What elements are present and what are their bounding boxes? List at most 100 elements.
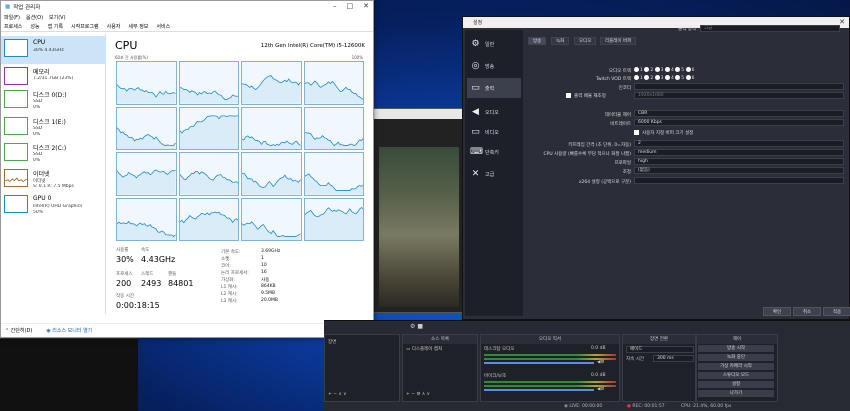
tab-users[interactable]: 사용자 [107, 23, 121, 30]
encoder-label: 인코더 [618, 86, 631, 91]
track-radio[interactable]: 4 [664, 75, 674, 81]
settings-gear-icon[interactable]: ⚙ [410, 323, 415, 330]
studio-mode-button[interactable]: 스튜디오 모드 [698, 372, 774, 379]
rescale-toggle[interactable]: 출력 배율 재조정 [566, 93, 606, 99]
cancel-button[interactable]: 취소 [793, 307, 821, 316]
remove-icon[interactable]: − [411, 392, 415, 397]
speaker-icon[interactable]: ◀⚙ [597, 360, 605, 365]
minimize-icon[interactable]: – [333, 2, 337, 10]
nav-item-general[interactable]: ⚙ 일반 [467, 34, 521, 54]
maximize-icon[interactable]: □ [347, 2, 354, 10]
output-mode-select[interactable]: 고급 [700, 25, 840, 32]
core-usage-graph [116, 152, 177, 196]
spec-value: 20.0MB [261, 298, 278, 303]
menu-view[interactable]: 보기(V) [49, 14, 66, 21]
track-radio[interactable]: 3 [654, 67, 664, 73]
exit-button[interactable]: 나가기 [698, 390, 774, 397]
custom-buffer-toggle[interactable]: 사용자 지정 버퍼 크기 설정 [634, 130, 693, 136]
move-up-icon[interactable]: ∧ [422, 392, 425, 397]
sidebar-item-disk-0[interactable]: 디스크 0(D:) SSD 0% [1, 87, 106, 115]
checkbox [634, 130, 639, 135]
x264-options-input[interactable] [634, 177, 844, 184]
volume-slider[interactable] [484, 389, 594, 391]
subtab-audio[interactable]: 오디오 [574, 37, 597, 45]
bitrate-input[interactable]: 6000 Kbps [634, 119, 844, 126]
track-radio[interactable]: 6 [685, 67, 694, 73]
close-icon[interactable]: ✕ [363, 2, 369, 10]
sidebar-item-disk-2[interactable]: 디스크 2(C:) SSD 0% [1, 140, 106, 168]
obs-main-window: ⚙ ■ 장면 + − ∧ ∨ 소스 목록 ▭ 디스플레이 캡처 + − ⚙ ∧ … [324, 320, 850, 411]
sidebar-item-gpu[interactable]: GPU 0 Intel(R) UHD Graphics 50% [1, 192, 106, 220]
tab-services[interactable]: 서비스 [156, 23, 170, 30]
duration-input[interactable]: 300 ms [653, 355, 694, 362]
keyframe-label: 키프레임 간격 (초 단위, 0=자동) [568, 143, 631, 148]
apply-button[interactable]: 적용 [823, 307, 850, 316]
subtab-stream[interactable]: 방송 [528, 37, 547, 45]
track-radio[interactable]: 3 [654, 75, 664, 81]
track-radio[interactable]: 2 [644, 75, 653, 81]
mixer-track-db: 0.0 dB [591, 346, 606, 351]
move-down-icon[interactable]: ∨ [427, 392, 430, 397]
nav-label: 일반 [485, 41, 495, 48]
tab-details[interactable]: 세부 정보 [128, 23, 148, 30]
rate-control-label: 데이터율 제어 [604, 113, 631, 118]
sidebar-item-ethernet[interactable]: 이더넷 이더넷 S: 0.1 R: 7.5 Mbps [1, 166, 106, 194]
uptime-value: 0:00:18:15 [116, 301, 160, 310]
profile-select[interactable]: high [634, 158, 844, 165]
track-radio[interactable]: 6 [685, 75, 694, 81]
tab-app-history[interactable]: 앱 기록 [48, 23, 63, 30]
menu-file[interactable]: 파일(F) [4, 14, 20, 21]
tab-processes[interactable]: 프로세스 [4, 23, 22, 30]
sidebar-item-label: 디스크 1(E:) [33, 119, 66, 126]
track-radio[interactable]: 2 [644, 67, 654, 73]
spec-label: 소켓: [221, 257, 231, 262]
subtab-replay-buffer[interactable]: 리플레이 버퍼 [600, 37, 637, 45]
ok-button[interactable]: 확인 [763, 307, 791, 316]
stop-icon[interactable]: ■ [417, 323, 423, 330]
tune-select[interactable]: (없음) [634, 167, 844, 174]
logical-processor-graphs [116, 61, 364, 241]
subtab-recording[interactable]: 녹화 [551, 37, 570, 45]
sidebar-item-sub: SSD [33, 99, 43, 104]
collapse-button[interactable]: ⌃ 간단히(D) [5, 327, 32, 334]
scene-item[interactable]: 장면 [328, 339, 336, 345]
preset-select[interactable]: medium [634, 149, 844, 156]
tab-performance[interactable]: 성능 [30, 23, 39, 30]
volume-slider[interactable] [484, 362, 594, 364]
transition-select[interactable]: 페이드 [626, 346, 694, 353]
menu-options[interactable]: 옵션(O) [26, 14, 43, 21]
sidebar-item-disk-1[interactable]: 디스크 1(E:) SSD 0% [1, 114, 106, 142]
settings-button[interactable]: 설정 [698, 381, 774, 388]
rescale-select[interactable]: 1920x1080 [634, 92, 844, 99]
mixer-title: 오디오 믹서 [481, 335, 619, 344]
close-icon[interactable]: ✕ [839, 18, 845, 26]
rate-control-select[interactable]: CBR [634, 110, 844, 117]
sidebar-item-cpu[interactable]: CPU 30% 4.43GHz [1, 36, 106, 64]
add-icon[interactable]: + [406, 392, 410, 397]
track-radio[interactable]: 5 [675, 67, 684, 73]
keyframe-input[interactable]: 2 [634, 140, 844, 147]
spec-label: L2 캐시: [221, 292, 238, 297]
move-down-icon[interactable]: ∨ [343, 392, 346, 397]
live-status: ◉ LIVE: 00:00:00 [564, 403, 602, 411]
track-radio[interactable]: 1 [634, 75, 643, 81]
source-item[interactable]: ▭ 디스플레이 캡처 [406, 346, 442, 352]
track-number: 2 [650, 68, 654, 73]
virtual-camera-button[interactable]: 가상 카메라 시작 [698, 363, 774, 370]
track-radio[interactable]: 5 [675, 75, 684, 81]
resource-monitor-link[interactable]: ◉ 리소스 모니터 열기 [46, 327, 92, 334]
track-number: 1 [640, 76, 643, 81]
track-radio[interactable]: 1 [634, 67, 643, 73]
speaker-icon[interactable]: ◀⚙ [597, 387, 605, 392]
tab-startup[interactable]: 시작프로그램 [71, 23, 99, 30]
move-up-icon[interactable]: ∧ [338, 392, 341, 397]
start-streaming-button[interactable]: 방송 시작 [698, 345, 774, 352]
gear-icon[interactable]: ⚙ [416, 392, 420, 397]
add-icon[interactable]: + [328, 392, 332, 397]
stop-recording-button[interactable]: 녹화 중단 [698, 354, 774, 361]
audio-mixer-panel: 오디오 믹서 데스크탑 오디오 0.0 dB ◀⚙ 마이크/보조 0.0 dB … [480, 334, 620, 402]
remove-icon[interactable]: − [333, 392, 337, 397]
track-radio[interactable]: 4 [664, 67, 674, 73]
gpu-thumbnail-graph [4, 195, 28, 213]
encoder-select[interactable] [634, 83, 844, 90]
